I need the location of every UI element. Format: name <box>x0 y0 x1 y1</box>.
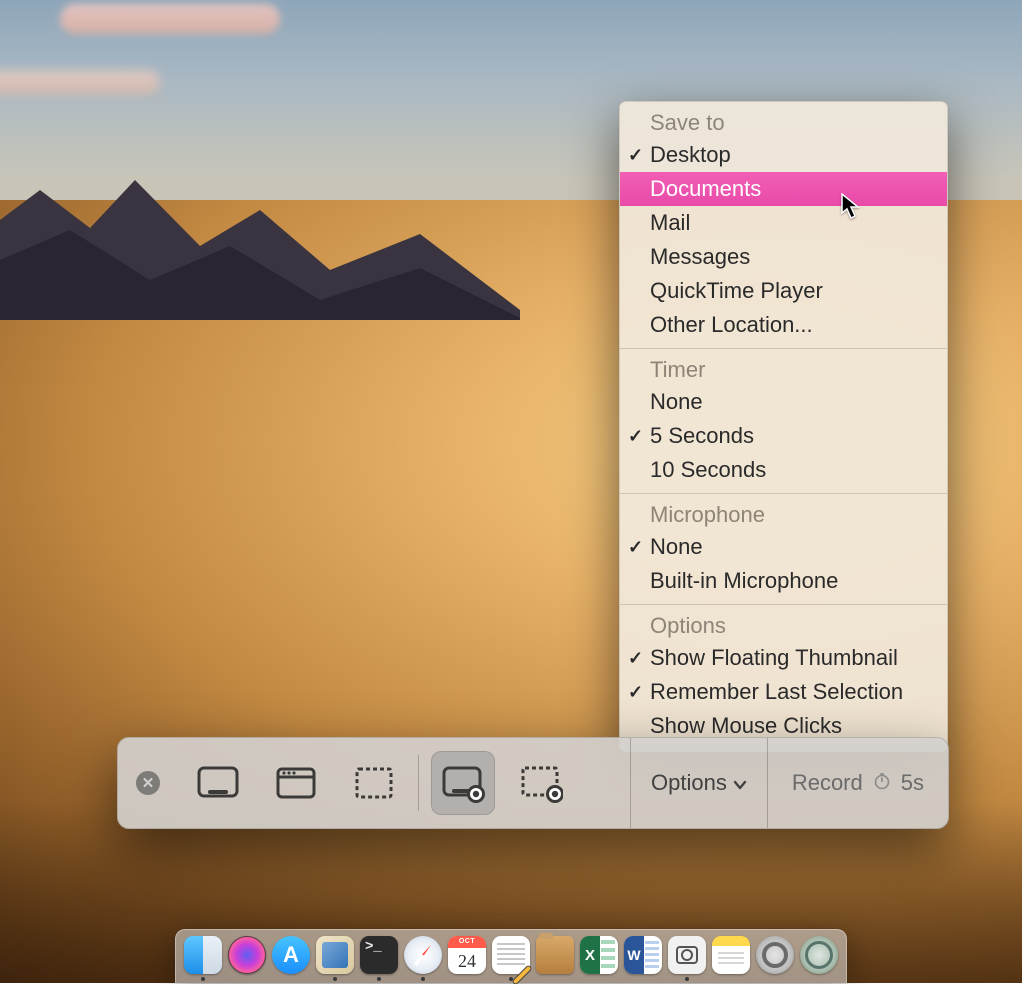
preview-icon <box>316 936 354 974</box>
disk-icon <box>800 936 838 974</box>
menu-item-timer-5s[interactable]: 5 Seconds <box>620 419 947 453</box>
safari-icon <box>404 936 442 974</box>
menu-separator <box>620 604 947 605</box>
dock-app-preview[interactable] <box>316 936 354 981</box>
menu-separator <box>620 493 947 494</box>
textedit-icon <box>492 936 530 974</box>
dock-app-textedit[interactable] <box>492 936 530 981</box>
word-icon <box>624 936 662 974</box>
selection-icon <box>352 763 396 803</box>
record-label: Record <box>792 770 863 796</box>
menu-item-mic-builtin[interactable]: Built-in Microphone <box>620 564 947 598</box>
capture-selection-button[interactable] <box>342 751 406 815</box>
dock-app-siri[interactable] <box>228 936 266 981</box>
dock-app-safari[interactable] <box>404 936 442 981</box>
timer-icon <box>873 770 891 796</box>
menu-item-messages[interactable]: Messages <box>620 240 947 274</box>
menu-item-documents[interactable]: Documents <box>620 172 947 206</box>
selection-record-icon <box>519 763 563 803</box>
dock-app-disk[interactable] <box>800 936 838 981</box>
calendar-day: 24 <box>448 948 486 974</box>
cloud <box>60 4 280 34</box>
capture-entire-screen-button[interactable] <box>186 751 250 815</box>
screenshot-toolbar: ✕ <box>117 737 949 829</box>
dock-app-word[interactable] <box>624 936 662 981</box>
siri-icon <box>228 936 266 974</box>
screenshot-app-icon <box>668 936 706 974</box>
capture-window-button[interactable] <box>264 751 328 815</box>
record-group <box>419 751 585 815</box>
dock-container: OCT 24 <box>0 929 1022 983</box>
record-entire-screen-button[interactable] <box>431 751 495 815</box>
calendar-month: OCT <box>448 936 486 948</box>
dock-app-terminal[interactable] <box>360 936 398 981</box>
menu-item-desktop[interactable]: Desktop <box>620 138 947 172</box>
dock-app-appstore[interactable] <box>272 936 310 981</box>
appstore-icon <box>272 936 310 974</box>
menu-item-remember-selection[interactable]: Remember Last Selection <box>620 675 947 709</box>
dock-app-notes[interactable] <box>712 936 750 981</box>
menu-item-other-location[interactable]: Other Location... <box>620 308 947 342</box>
close-button[interactable]: ✕ <box>136 771 160 795</box>
window-icon <box>274 763 318 803</box>
dock-app-finder[interactable] <box>184 936 222 981</box>
menu-section-options: Options <box>620 611 947 641</box>
finder-icon <box>184 936 222 974</box>
notes-icon <box>712 936 750 974</box>
cloud <box>0 70 160 94</box>
excel-icon <box>580 936 618 974</box>
menu-section-timer: Timer <box>620 355 947 385</box>
menu-item-timer-10s[interactable]: 10 Seconds <box>620 453 947 487</box>
options-button[interactable]: Options <box>630 738 767 828</box>
options-label: Options <box>651 770 727 796</box>
menu-item-mail[interactable]: Mail <box>620 206 947 240</box>
options-menu: Save to Desktop Documents Mail Messages … <box>619 101 948 752</box>
record-selection-button[interactable] <box>509 751 573 815</box>
menu-item-mic-none[interactable]: None <box>620 530 947 564</box>
menu-separator <box>620 348 947 349</box>
menu-section-microphone: Microphone <box>620 500 947 530</box>
dock-app-screenshot[interactable] <box>668 936 706 981</box>
gear-icon <box>756 936 794 974</box>
dock: OCT 24 <box>175 929 847 983</box>
record-button[interactable]: Record 5s <box>767 738 948 828</box>
terminal-icon <box>360 936 398 974</box>
screen-record-icon <box>441 763 485 803</box>
record-timer-value: 5s <box>901 770 924 796</box>
chevron-down-icon <box>733 770 747 796</box>
mountains <box>0 150 520 320</box>
capture-group <box>174 751 418 815</box>
menu-item-timer-none[interactable]: None <box>620 385 947 419</box>
dock-app-settings[interactable] <box>756 936 794 981</box>
menu-section-save-to: Save to <box>620 108 947 138</box>
dock-app-folder[interactable] <box>536 936 574 981</box>
screen-icon <box>196 763 240 803</box>
folder-icon <box>536 936 574 974</box>
menu-item-quicktime[interactable]: QuickTime Player <box>620 274 947 308</box>
dock-app-excel[interactable] <box>580 936 618 981</box>
calendar-icon: OCT 24 <box>448 936 486 974</box>
dock-app-calendar[interactable]: OCT 24 <box>448 936 486 981</box>
menu-item-floating-thumb[interactable]: Show Floating Thumbnail <box>620 641 947 675</box>
